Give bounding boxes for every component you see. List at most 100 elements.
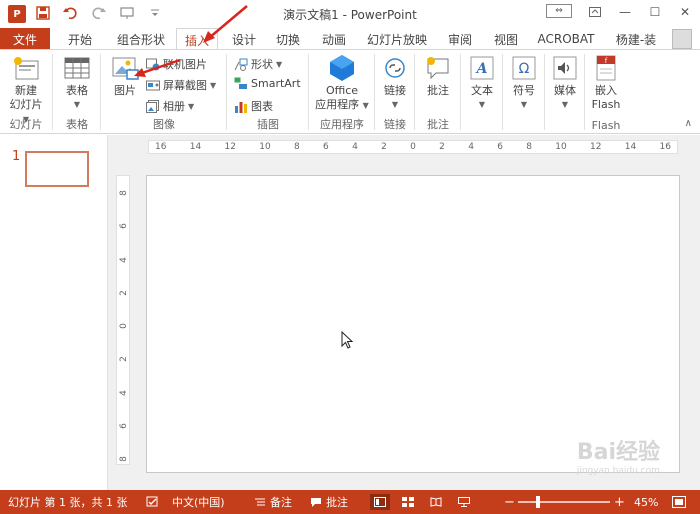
symbol-label: 符号 bbox=[513, 84, 535, 97]
slideshow-view-icon[interactable] bbox=[454, 494, 474, 510]
tab-file[interactable]: 文件 bbox=[0, 28, 50, 50]
group-links: 链接 ▼ 链接 bbox=[376, 50, 414, 134]
redo-icon[interactable] bbox=[90, 4, 108, 22]
maximize-icon[interactable]: ☐ bbox=[640, 0, 670, 24]
ruler-tick-label: 6 bbox=[323, 142, 329, 152]
zoom-in-button[interactable]: + bbox=[614, 490, 625, 514]
ribbon-display-options-icon[interactable]: ⇔ bbox=[546, 4, 572, 18]
comment-icon bbox=[423, 54, 453, 82]
user-avatar[interactable] bbox=[672, 29, 692, 49]
powerpoint-app-icon[interactable]: P bbox=[8, 5, 26, 23]
tab-slideshow[interactable]: 幻灯片放映 bbox=[362, 28, 432, 50]
office-apps-button[interactable]: Office 应用程序 ▼ bbox=[314, 54, 370, 113]
slide-thumbnail[interactable] bbox=[25, 151, 89, 187]
embed-label: 嵌入 bbox=[595, 84, 617, 97]
group-media: 媒体 ▼ bbox=[546, 50, 584, 134]
media-button[interactable]: 媒体 ▼ bbox=[549, 54, 581, 112]
vertical-ruler: 8 6 4 2 0 2 4 6 8 bbox=[116, 175, 130, 465]
ruler-tick-label: 8 bbox=[119, 190, 129, 196]
comment-button[interactable]: 批注 bbox=[422, 54, 454, 98]
embed-flash-button[interactable]: f 嵌入 Flash bbox=[590, 54, 622, 112]
group-illustrations: 形状 ▼ SmartArt 图表 插图 bbox=[228, 50, 308, 134]
insert-ribbon: 新建 幻灯片 ▼ 幻灯片 表格 ▼ 表格 图片 联机图片 屏幕截图 ▼ 相册 ▼… bbox=[0, 50, 700, 134]
collapse-ribbon-icon[interactable]: ∧ bbox=[685, 118, 692, 129]
text-button[interactable]: A 文本 ▼ bbox=[466, 54, 498, 112]
tab-insert[interactable]: 插入 bbox=[176, 28, 218, 51]
new-slide-label: 新建 bbox=[15, 84, 37, 97]
link-button[interactable]: 链接 ▼ bbox=[380, 54, 410, 112]
tab-transitions[interactable]: 切换 bbox=[268, 28, 308, 50]
screenshot-icon bbox=[146, 79, 160, 92]
screenshot-dropdown-icon: ▼ bbox=[210, 80, 217, 90]
ribbon-options-icon[interactable] bbox=[580, 0, 610, 24]
screenshot-button[interactable]: 屏幕截图 ▼ bbox=[146, 77, 216, 93]
tab-shape-format[interactable]: 组合形状 bbox=[110, 28, 172, 50]
user-name[interactable]: 杨建-装 bbox=[606, 28, 666, 50]
tab-review[interactable]: 审阅 bbox=[440, 28, 480, 50]
customize-qat-icon[interactable] bbox=[146, 4, 164, 22]
slide-sorter-icon[interactable] bbox=[398, 494, 418, 510]
shapes-label: 形状 bbox=[251, 58, 273, 71]
slide-count-status[interactable]: 幻灯片 第 1 张，共 1 张 bbox=[8, 490, 127, 514]
online-picture-label: 联机图片 bbox=[163, 58, 207, 71]
zoom-slider-track[interactable] bbox=[518, 501, 610, 503]
group-symbols: Ω 符号 ▼ bbox=[504, 50, 544, 134]
ruler-tick-label: 8 bbox=[119, 456, 129, 462]
language-status[interactable]: 中文(中国) bbox=[172, 490, 225, 514]
tab-design[interactable]: 设计 bbox=[224, 28, 264, 50]
minimize-icon[interactable]: — bbox=[610, 0, 640, 24]
slide-canvas[interactable] bbox=[146, 175, 680, 473]
tab-acrobat[interactable]: ACROBAT bbox=[534, 28, 598, 50]
group-slides: 新建 幻灯片 ▼ 幻灯片 bbox=[0, 50, 52, 134]
group-label-images: 图像 bbox=[153, 118, 175, 131]
save-icon[interactable] bbox=[34, 4, 52, 22]
tab-view[interactable]: 视图 bbox=[486, 28, 526, 50]
zoom-slider-thumb[interactable] bbox=[536, 496, 540, 508]
view-buttons bbox=[370, 490, 474, 514]
text-label: 文本 bbox=[471, 84, 493, 97]
group-separator bbox=[460, 54, 461, 130]
slideshow-from-start-icon[interactable] bbox=[118, 4, 136, 22]
mouse-pointer-icon bbox=[341, 331, 353, 349]
ruler-tick-label: 16 bbox=[155, 142, 167, 152]
fit-slide-icon[interactable] bbox=[672, 490, 686, 514]
zoom-out-button[interactable]: − bbox=[504, 490, 515, 514]
smartart-label: SmartArt bbox=[251, 77, 301, 90]
group-tables: 表格 ▼ 表格 bbox=[54, 50, 100, 134]
ribbon-tab-bar: 文件 开始 组合形状 插入 设计 切换 动画 幻灯片放映 审阅 视图 ACROB… bbox=[0, 28, 700, 51]
link-dropdown-icon: ▼ bbox=[391, 100, 399, 109]
photo-album-icon bbox=[146, 99, 160, 113]
spell-check-icon[interactable] bbox=[146, 490, 160, 514]
picture-button[interactable]: 图片 bbox=[108, 54, 142, 98]
reading-view-icon[interactable] bbox=[426, 494, 446, 510]
tab-animations[interactable]: 动画 bbox=[314, 28, 354, 50]
online-picture-button[interactable]: 联机图片 bbox=[146, 56, 207, 72]
status-bar: 幻灯片 第 1 张，共 1 张 中文(中国) 备注 批注 − + 45% bbox=[0, 490, 700, 514]
tab-home[interactable]: 开始 bbox=[58, 28, 102, 50]
chart-label: 图表 bbox=[251, 100, 273, 113]
picture-label: 图片 bbox=[114, 84, 136, 97]
zoom-level[interactable]: 45% bbox=[634, 490, 658, 514]
photo-album-button[interactable]: 相册 ▼ bbox=[146, 98, 194, 114]
group-separator bbox=[52, 54, 53, 130]
group-text: A 文本 ▼ bbox=[462, 50, 502, 134]
symbol-button[interactable]: Ω 符号 ▼ bbox=[508, 54, 540, 112]
ruler-tick-label: 14 bbox=[624, 142, 637, 152]
ruler-tick-label: 2 bbox=[439, 142, 445, 152]
link-label: 链接 bbox=[384, 84, 406, 97]
media-label: 媒体 bbox=[554, 84, 576, 97]
normal-view-icon[interactable] bbox=[370, 494, 390, 510]
close-icon[interactable]: ✕ bbox=[670, 0, 700, 24]
speaker-icon bbox=[550, 54, 580, 82]
shapes-dropdown-icon: ▼ bbox=[276, 59, 283, 69]
smartart-button[interactable]: SmartArt bbox=[234, 77, 301, 90]
shapes-button[interactable]: 形状 ▼ bbox=[234, 56, 282, 72]
table-label: 表格 bbox=[66, 84, 88, 97]
notes-button[interactable]: 备注 bbox=[254, 490, 292, 514]
comments-button[interactable]: 批注 bbox=[310, 490, 348, 514]
group-label-slides: 幻灯片 bbox=[9, 118, 43, 131]
chart-button[interactable]: 图表 bbox=[234, 98, 273, 114]
undo-icon[interactable] bbox=[62, 4, 80, 22]
group-label-tables: 表格 bbox=[66, 118, 88, 131]
table-button[interactable]: 表格 ▼ bbox=[60, 54, 94, 112]
